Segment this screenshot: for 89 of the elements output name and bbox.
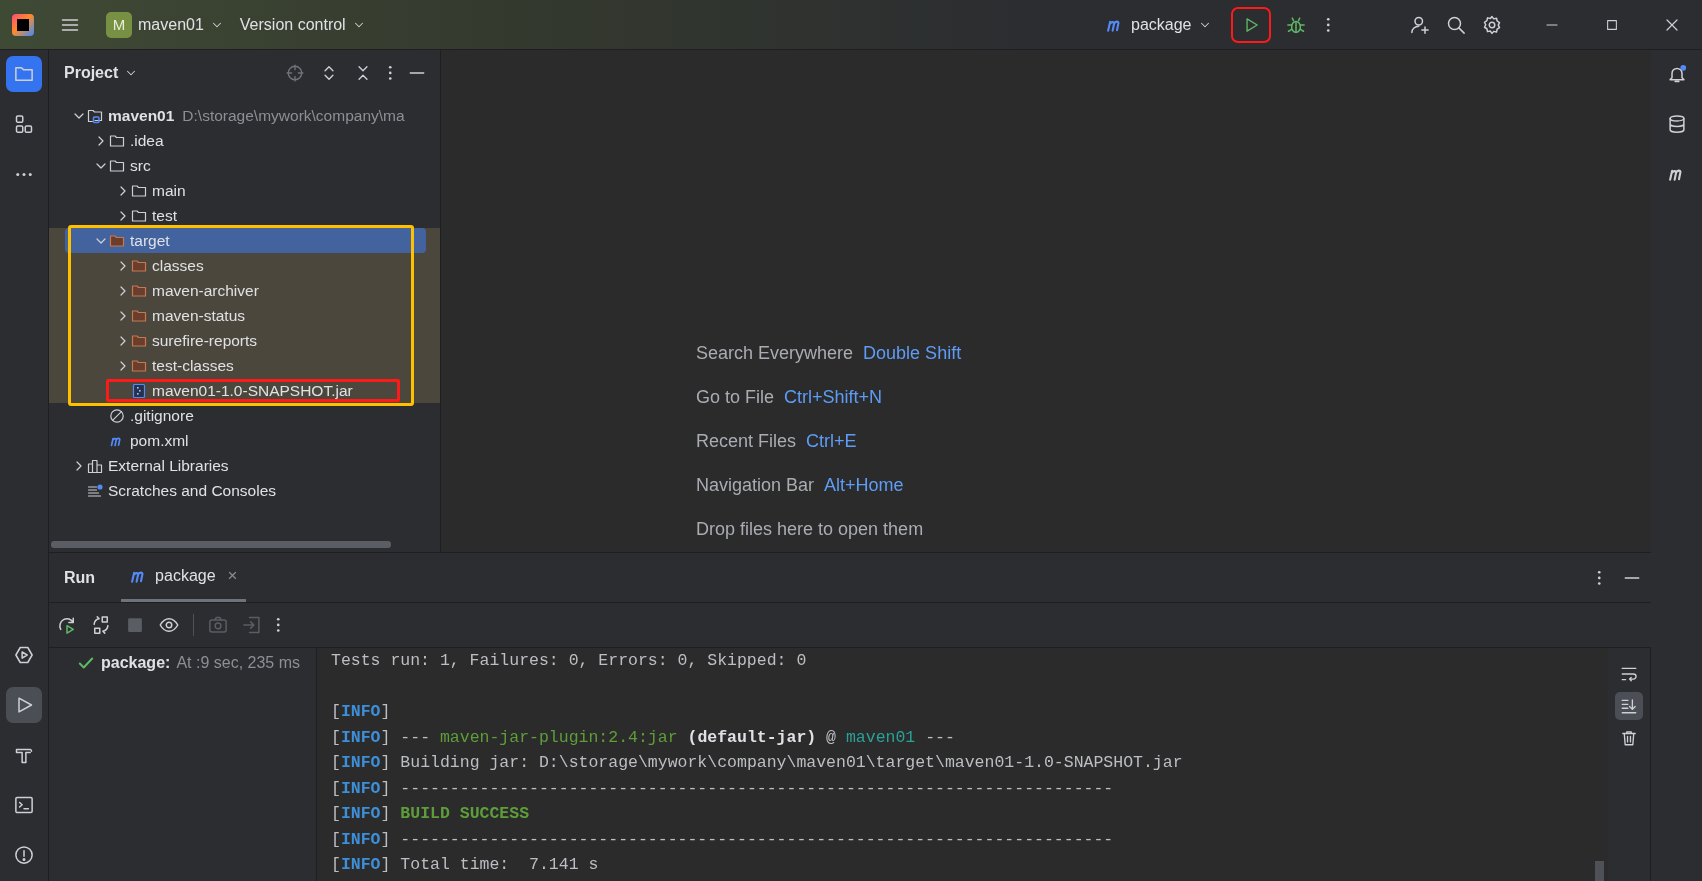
scrollbar[interactable] [51, 541, 391, 548]
scratches-icon [87, 482, 103, 499]
editor-hint: Recent Files Ctrl+E [696, 431, 858, 452]
app-logo[interactable] [12, 13, 34, 36]
editor-hint: Navigation Bar Alt+Home [696, 475, 905, 496]
run-config-selector[interactable]: package [1097, 7, 1220, 42]
run-button[interactable] [1231, 7, 1270, 42]
tree-item[interactable]: maven-archiver [65, 278, 426, 303]
terminal-icon [14, 795, 34, 815]
tree-item[interactable]: .idea [65, 128, 426, 153]
module-folder-icon [87, 107, 103, 124]
console-line: Tests run: 1, Failures: 0, Errors: 0, Skipped: 0 [331, 650, 807, 672]
path-label: D:\storage\mywork\company\ma [182, 106, 405, 125]
search-icon[interactable] [1446, 14, 1466, 35]
tree-item[interactable]: src [65, 153, 426, 178]
shortcut-label: Alt+Home [824, 475, 904, 496]
trash-icon [1620, 729, 1638, 747]
folder-icon [14, 64, 34, 84]
folder-icon [131, 207, 147, 224]
folder-icon [109, 157, 125, 174]
tree-item[interactable]: maven-status [65, 303, 426, 328]
eye-icon[interactable] [159, 615, 179, 635]
database-icon [1666, 114, 1687, 134]
editor-hint: Search Everywhere Double Shift [696, 343, 963, 364]
panel-title: Run [64, 568, 96, 587]
add-user-icon[interactable] [1410, 14, 1430, 35]
folder-tool-button[interactable] [6, 56, 42, 92]
folder-icon [131, 307, 147, 324]
shortcut-label: Ctrl+Shift+N [784, 387, 883, 408]
soft-wrap-icon [1620, 665, 1638, 683]
more-icon[interactable] [1596, 569, 1601, 586]
bug-icon[interactable] [1285, 14, 1306, 35]
tree-item[interactable]: maven01 D:\storage\mywork\company\ma [65, 103, 426, 128]
console-line: [INFO] ------------------------------------------------------------------------ [331, 828, 1114, 851]
tree-item[interactable]: surefire-reports [65, 328, 426, 353]
problems-icon [14, 845, 34, 865]
folder-icon [131, 182, 147, 199]
project-badge: M [106, 11, 132, 38]
console-line: [INFO] BUILD SUCCESS [331, 803, 530, 825]
folder-icon [131, 282, 147, 299]
folder-icon [109, 132, 125, 149]
more-icon[interactable] [387, 65, 392, 81]
console-line: [INFO] --- maven-jar-plugin:2.4:jar (default-jar) @ maven01 --- [331, 726, 955, 749]
shortcut-label: Ctrl+E [806, 431, 857, 452]
run-tool-button[interactable] [6, 687, 42, 723]
maximize-icon[interactable] [1605, 17, 1619, 32]
folder-icon [131, 357, 147, 374]
run-tab[interactable]: package × [121, 553, 246, 602]
vcs-menu[interactable]: Version control [231, 7, 374, 42]
libraries-icon [87, 457, 103, 474]
console-line: [INFO] Total time: 7.141 s [331, 854, 599, 876]
tree-item[interactable]: pom.xml [65, 428, 426, 453]
tree-item[interactable]: maven01-1.0-SNAPSHOT.jar [65, 378, 426, 403]
tree-item[interactable]: Scratches and Consoles [65, 478, 426, 503]
settings-icon[interactable] [1482, 14, 1502, 35]
tree-item[interactable]: classes [65, 253, 426, 278]
console-line: [INFO] [331, 701, 391, 723]
more-icon [14, 171, 34, 177]
jar-icon [131, 382, 147, 399]
folder-icon [109, 232, 125, 249]
editor-hint: Drop files here to open them [696, 519, 925, 540]
shortcut-label: Double Shift [863, 343, 962, 364]
locate-icon[interactable] [285, 64, 304, 82]
tree-item[interactable]: External Libraries [65, 453, 426, 478]
rerun-icon[interactable] [57, 615, 77, 635]
tree-item[interactable]: main [65, 178, 426, 203]
console-line: [INFO] ------------------------------------------------------------------------ [331, 777, 1114, 800]
services-icon [14, 645, 34, 665]
tree-item[interactable]: target [65, 228, 426, 253]
scrollbar[interactable] [1595, 861, 1604, 881]
panel-title[interactable]: Project [64, 64, 139, 82]
project-selector[interactable]: M maven01 [98, 7, 232, 42]
scroll-to-end-button[interactable] [1615, 692, 1643, 720]
tree-item[interactable]: test [65, 203, 426, 228]
scroll-to-end-icon [1620, 697, 1638, 715]
folder-icon [131, 257, 147, 274]
editor-hint: Go to File Ctrl+Shift+N [696, 387, 884, 408]
more-icon[interactable] [1325, 16, 1330, 33]
bell-icon [1666, 64, 1687, 84]
tree-item[interactable]: test-classes [65, 353, 426, 378]
run-tree-item[interactable]: package: At :9 sec, 235 ms [77, 650, 316, 676]
close-tab-button[interactable]: × [227, 566, 238, 586]
folder-icon [131, 332, 147, 349]
more-icon[interactable] [276, 617, 281, 633]
console-line: [INFO] Building jar: D:\storage\mywork\company\maven01\target\maven01-1.0-SNAPSHOT.jar [331, 752, 1183, 774]
tree-item[interactable]: .gitignore [65, 403, 426, 428]
ignore-icon [109, 407, 125, 424]
rerun-failed-icon[interactable] [91, 615, 111, 635]
structure-icon [14, 114, 34, 134]
